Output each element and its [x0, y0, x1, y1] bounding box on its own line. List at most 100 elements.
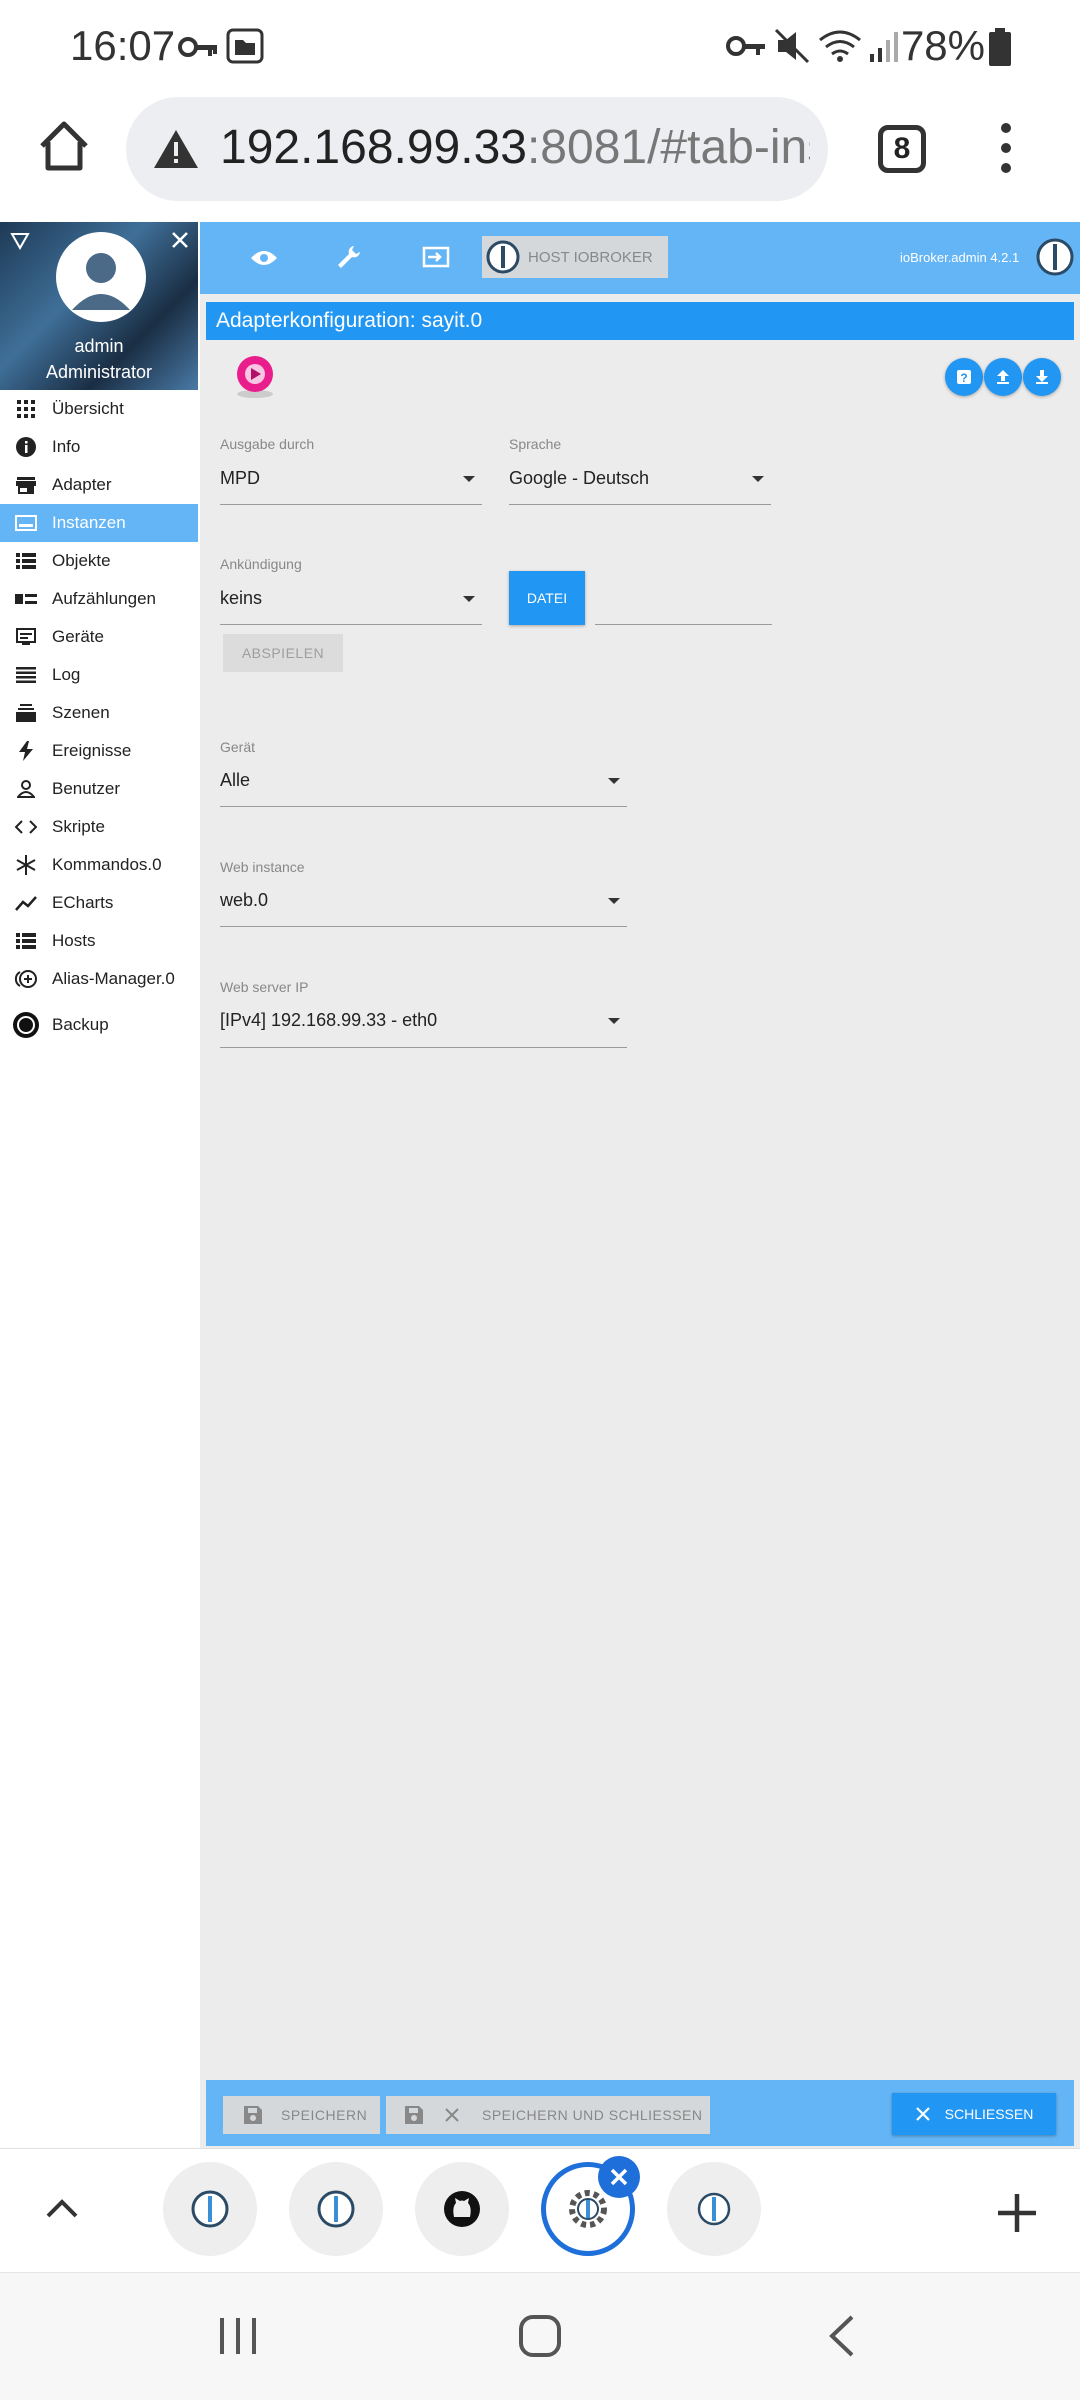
web-ip-underline — [220, 1047, 627, 1048]
more-menu-icon[interactable] — [994, 120, 1018, 176]
user-avatar-icon — [72, 253, 130, 310]
sidebar-item-skripte[interactable]: Skripte — [0, 808, 198, 846]
version-label: ioBroker.admin 4.2.1 — [900, 250, 1020, 265]
sidebar-item-adapter[interactable]: Adapter — [0, 466, 198, 504]
sidebar-item-label: Instanzen — [52, 513, 126, 532]
store-icon — [16, 477, 36, 494]
file-name-field[interactable] — [595, 624, 772, 625]
output-select[interactable]: MPD — [220, 468, 260, 489]
close-tab-button[interactable] — [598, 2156, 640, 2198]
download-icon — [1036, 370, 1048, 384]
status-time: 16:07 — [70, 22, 176, 69]
file-button[interactable]: DATEI — [509, 571, 585, 625]
sidebar-item-echarts[interactable]: ECharts — [0, 884, 198, 922]
sidebar-item-label: Hosts — [52, 931, 96, 950]
chevron-down-icon — [608, 778, 620, 784]
sidebar-item-backup[interactable]: Backup — [0, 1006, 198, 1044]
tab-github[interactable] — [415, 2162, 509, 2256]
sidebar-item-label: Geräte — [52, 627, 104, 646]
close-button[interactable]: SCHLIESSEN — [892, 2093, 1056, 2135]
save-label: SPEICHERN — [281, 2107, 368, 2123]
sidebar-item-label: Kommandos.0 — [52, 855, 162, 874]
device-select[interactable]: Alle — [220, 770, 250, 791]
web-ip-select[interactable]: [IPv4] 192.168.99.33 - eth0 — [220, 1010, 437, 1031]
host-selector-button[interactable]: HOST IOBROKER — [482, 236, 668, 278]
collapse-triangle-icon[interactable] — [10, 232, 30, 250]
home-nav-icon[interactable] — [518, 2314, 562, 2358]
user-role: Administrator — [45, 362, 153, 382]
close-sidebar-icon[interactable] — [170, 230, 190, 250]
tab-iobroker-2[interactable] — [289, 2162, 383, 2256]
announce-label: Ankündigung — [220, 556, 302, 572]
devices-icon — [16, 628, 36, 645]
chevron-down-icon — [463, 476, 475, 482]
sidebar-item-benutzer[interactable]: Benutzer — [0, 770, 198, 808]
save-and-close-button[interactable]: SPEICHERN UND SCHLIESSEN — [386, 2096, 710, 2134]
sidebar-item-instanzen[interactable]: Instanzen — [0, 504, 198, 542]
chevron-down-icon — [752, 476, 764, 482]
sidebar-item-uebersicht[interactable]: Übersicht — [0, 390, 198, 428]
announce-underline — [220, 624, 482, 625]
close-icon — [915, 2107, 930, 2121]
warning-icon[interactable] — [152, 128, 200, 170]
backup-icon — [13, 1012, 39, 1038]
vpn-key-icon — [178, 37, 217, 57]
sidebar-item-objekte[interactable]: Objekte — [0, 542, 198, 580]
sidebar-item-hosts[interactable]: Hosts — [0, 922, 198, 960]
tab-switcher-button[interactable]: 8 — [878, 125, 926, 173]
eye-icon[interactable] — [250, 248, 278, 268]
user-name: admin — [74, 336, 124, 356]
chevron-up-icon[interactable] — [44, 2196, 80, 2220]
play-button[interactable]: ABSPIELEN — [223, 634, 343, 672]
sidebar-item-info[interactable]: Info — [0, 428, 198, 466]
save-icon — [405, 2106, 423, 2124]
iobroker-settings-icon — [569, 2190, 607, 2228]
signal-icon — [870, 32, 898, 62]
instances-icon — [15, 515, 37, 531]
sidebar-item-label: Log — [52, 665, 81, 684]
sidebar-item-szenen[interactable]: Szenen — [0, 694, 198, 732]
folder-icon — [226, 28, 264, 64]
close-label: SCHLIESSEN — [944, 2106, 1034, 2122]
chevron-down-icon — [463, 596, 475, 602]
help-button[interactable]: ? — [945, 358, 983, 396]
announce-select[interactable]: keins — [220, 588, 262, 609]
sidebar-item-kommandos[interactable]: Kommandos.0 — [0, 846, 198, 884]
key-icon — [726, 36, 765, 56]
upload-button[interactable] — [984, 358, 1022, 396]
sidebar-item-log[interactable]: Log — [0, 656, 198, 694]
sidebar-item-aufzaehlungen[interactable]: Aufzählungen — [0, 580, 198, 618]
download-button[interactable] — [1023, 358, 1061, 396]
recent-apps-icon[interactable] — [218, 2316, 258, 2356]
output-underline — [220, 504, 482, 505]
log-icon — [16, 667, 36, 683]
iobroker-logo-icon — [697, 2192, 731, 2226]
url-text[interactable]: 192.168.99.33:8081/#tab-ins — [220, 120, 810, 175]
snowflake-icon — [16, 855, 36, 875]
login-icon[interactable] — [422, 246, 450, 268]
save-button[interactable]: SPEICHERN — [223, 2096, 380, 2134]
back-nav-icon[interactable] — [826, 2314, 856, 2358]
upload-icon — [997, 370, 1009, 384]
sidebar-item-ereignisse[interactable]: Ereignisse — [0, 732, 198, 770]
avatar[interactable] — [56, 232, 146, 322]
home-icon[interactable] — [36, 118, 92, 174]
main-content — [200, 222, 1080, 2148]
language-select[interactable]: Google - Deutsch — [509, 468, 649, 489]
grid-icon — [17, 400, 35, 418]
user-icon — [17, 780, 35, 798]
new-tab-icon[interactable] — [996, 2192, 1038, 2234]
wrench-icon[interactable] — [336, 244, 362, 270]
sidebar-item-label: Adapter — [52, 475, 112, 494]
tab-iobroker-3[interactable] — [667, 2162, 761, 2256]
tab-strip — [0, 2148, 1080, 2272]
iobroker-logo-icon — [317, 2190, 355, 2228]
battery-icon — [989, 28, 1011, 66]
chevron-down-icon — [608, 898, 620, 904]
tab-iobroker-1[interactable] — [163, 2162, 257, 2256]
web-instance-select[interactable]: web.0 — [220, 890, 268, 911]
sidebar-item-alias-manager[interactable]: Alias-Manager.0 — [0, 960, 198, 998]
list-icon — [16, 553, 36, 569]
sidebar-item-geraete[interactable]: Geräte — [0, 618, 198, 656]
battery-percent: 78% — [900, 22, 985, 69]
